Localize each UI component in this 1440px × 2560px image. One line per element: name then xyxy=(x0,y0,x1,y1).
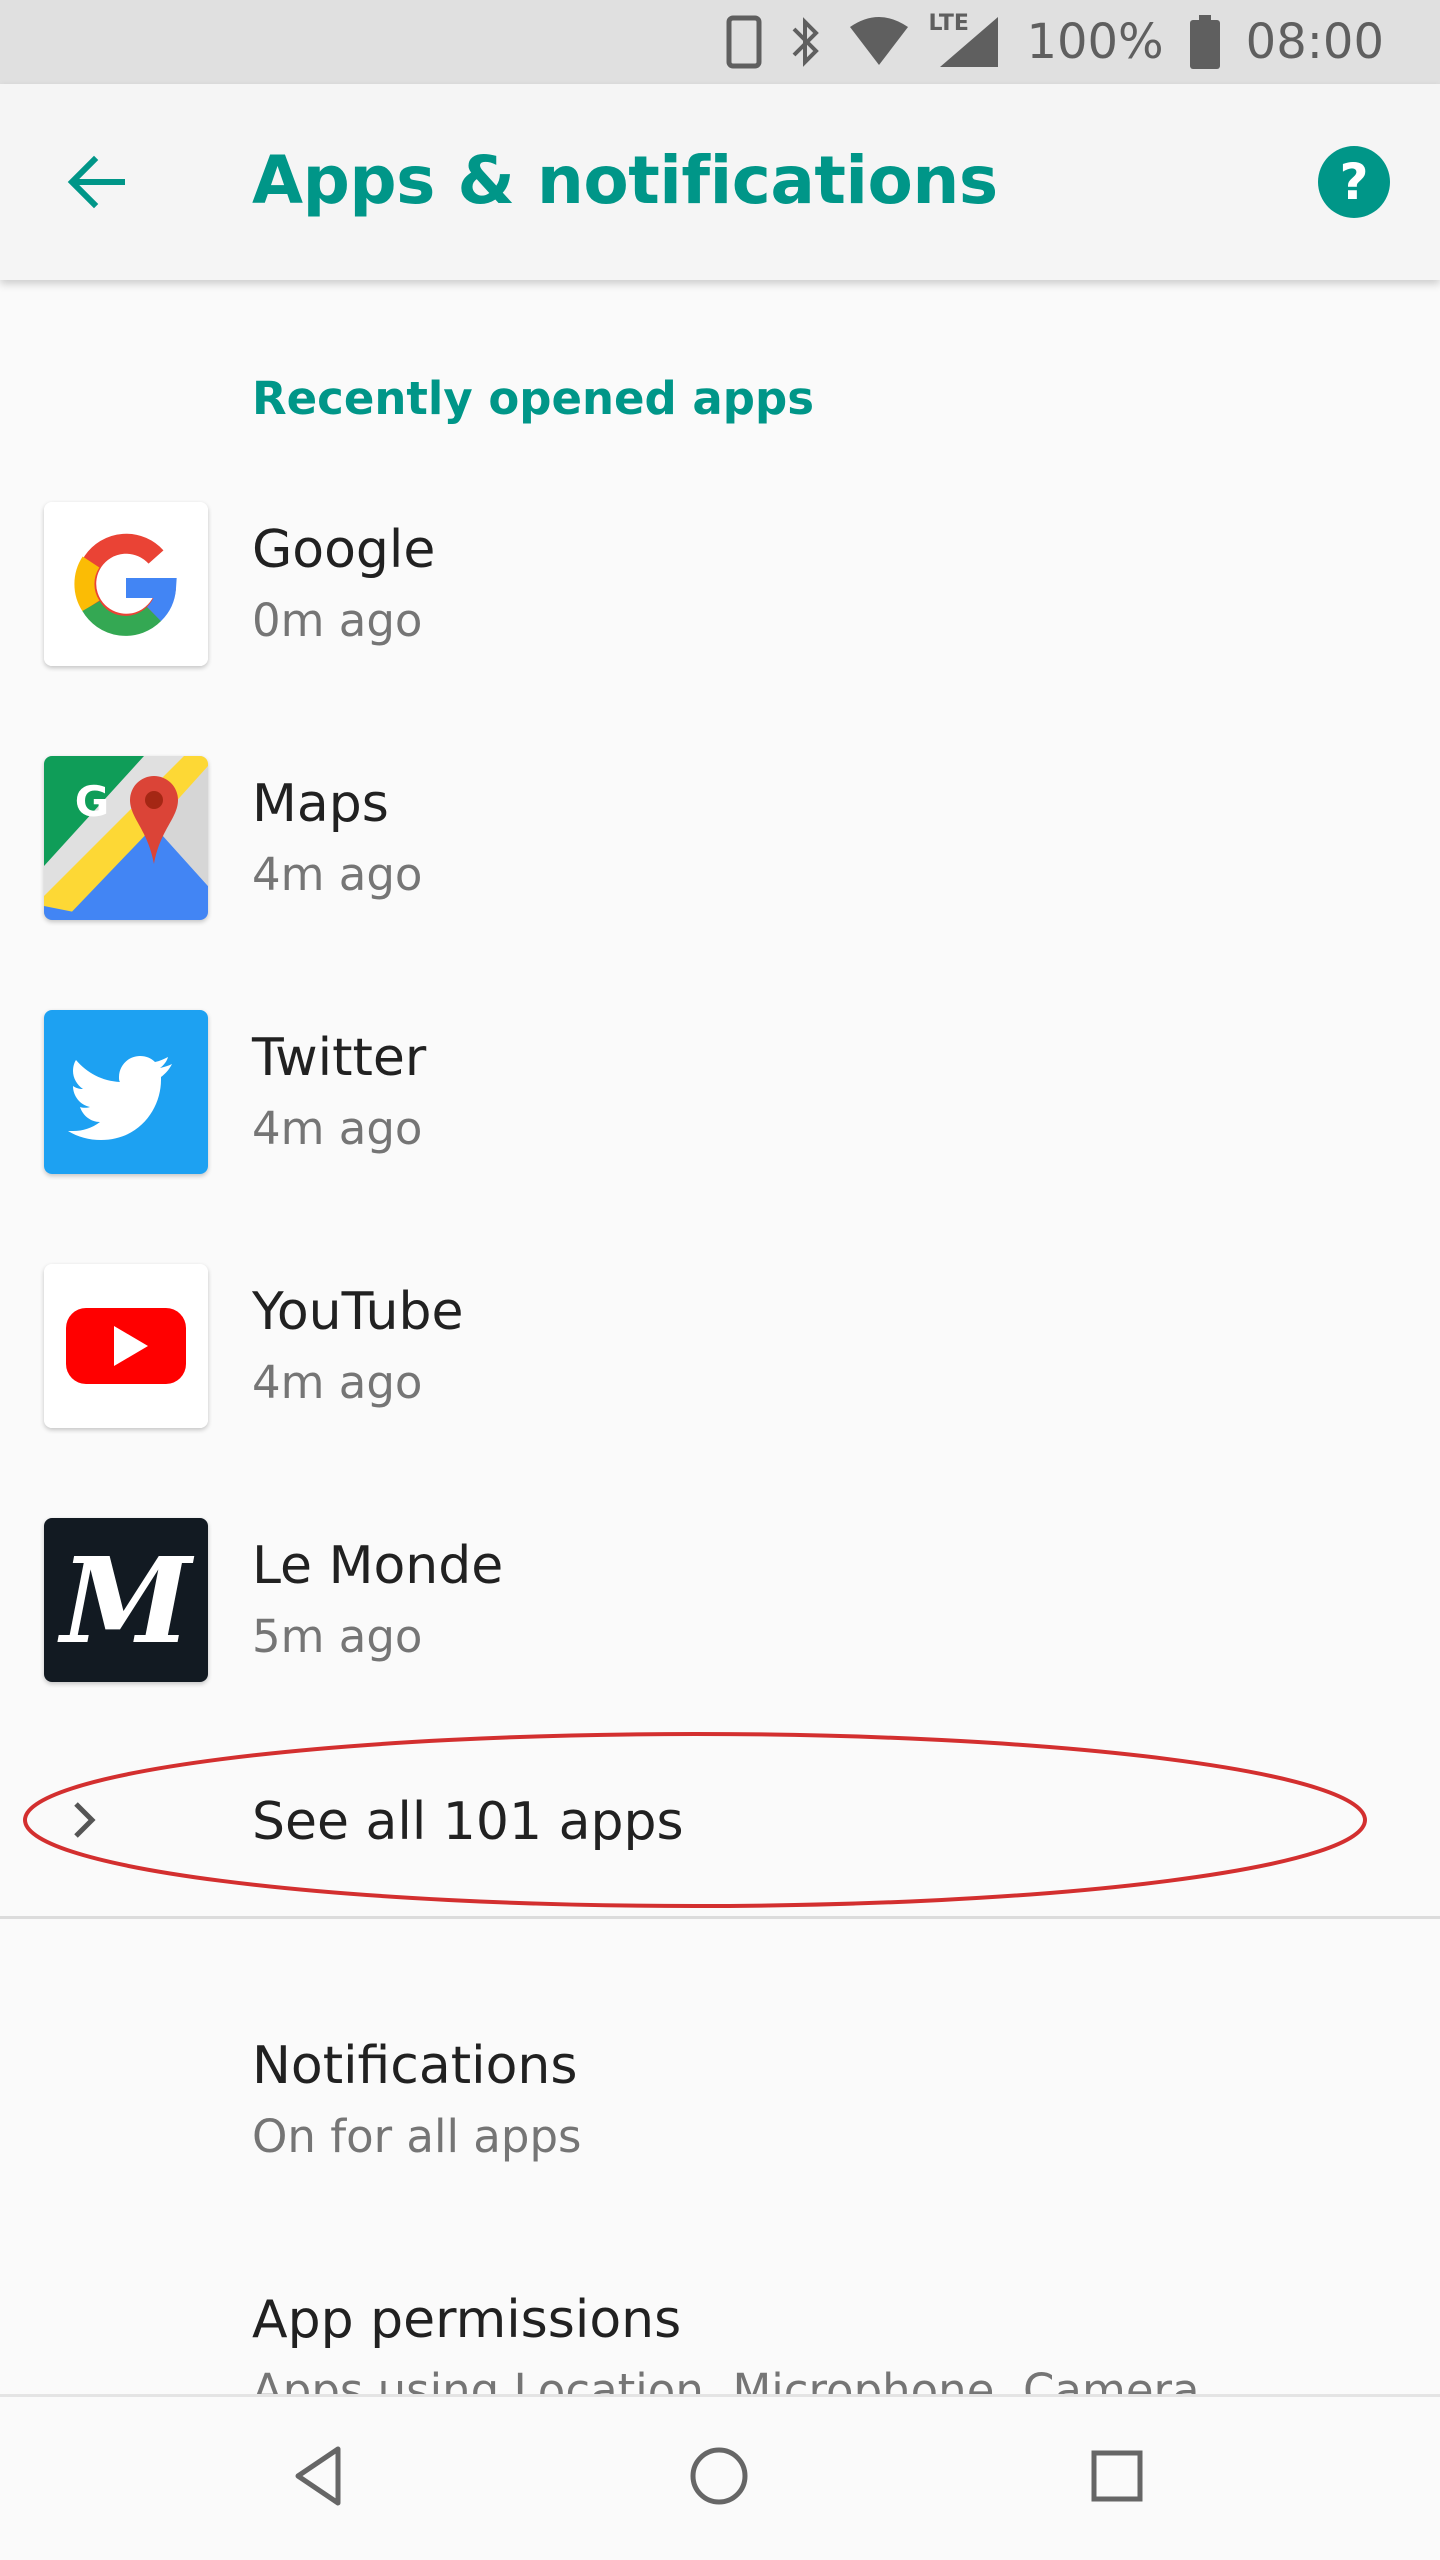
app-last-opened: 4m ago xyxy=(252,848,423,901)
app-row-maps[interactable]: G Maps 4m ago xyxy=(0,756,1440,1010)
arrow-left-icon[interactable] xyxy=(60,146,132,218)
status-bar: LTE 100% 08:00 xyxy=(0,0,1440,84)
app-name: Google xyxy=(252,520,436,580)
le-monde-icon: M xyxy=(44,1518,208,1682)
see-all-apps-label: See all 101 apps xyxy=(252,1792,684,1852)
maps-icon: G xyxy=(44,756,208,920)
battery-percent: 100% xyxy=(1026,14,1164,70)
help-circle-icon[interactable]: ? xyxy=(1316,144,1392,220)
twitter-icon xyxy=(44,1010,208,1174)
notifications-setting[interactable]: Notifications On for all apps xyxy=(0,2036,1440,2256)
app-row-twitter[interactable]: Twitter 4m ago xyxy=(0,1010,1440,1264)
page-title: Apps & notifications xyxy=(252,142,998,219)
svg-text:G: G xyxy=(75,777,109,826)
divider xyxy=(0,1916,1440,1919)
nav-home-icon[interactable] xyxy=(684,2441,754,2511)
youtube-icon xyxy=(44,1264,208,1428)
battery-icon xyxy=(1189,15,1220,69)
google-icon xyxy=(44,502,208,666)
setting-title: App permissions xyxy=(252,2290,682,2350)
app-name: Le Monde xyxy=(252,1536,504,1596)
app-last-opened: 4m ago xyxy=(252,1356,423,1409)
app-last-opened: 4m ago xyxy=(252,1102,423,1155)
setting-summary: On for all apps xyxy=(252,2110,582,2163)
app-row-google[interactable]: Google 0m ago xyxy=(0,502,1440,756)
section-header-recent-apps: Recently opened apps xyxy=(252,372,814,425)
clock: 08:00 xyxy=(1245,14,1384,70)
setting-title: Notifications xyxy=(252,2036,578,2096)
svg-text:?: ? xyxy=(1339,153,1368,211)
cellular-signal-icon: LTE xyxy=(928,11,1000,69)
see-all-apps-item[interactable]: See all 101 apps xyxy=(0,1730,1440,1910)
app-last-opened: 0m ago xyxy=(252,594,423,647)
chevron-right-icon xyxy=(74,1802,96,1838)
phone-icon xyxy=(726,15,762,69)
network-type-label: LTE xyxy=(928,11,969,36)
navigation-bar xyxy=(0,2394,1440,2560)
app-name: Maps xyxy=(252,774,389,834)
app-bar: Apps & notifications ? xyxy=(0,84,1440,280)
app-name: Twitter xyxy=(252,1028,427,1088)
nav-back-icon[interactable] xyxy=(286,2441,356,2511)
wifi-icon xyxy=(850,17,909,65)
annotation-ellipse xyxy=(23,1732,1367,1908)
nav-recents-icon[interactable] xyxy=(1082,2441,1152,2511)
bluetooth-icon xyxy=(793,17,820,67)
svg-text:M: M xyxy=(57,1531,195,1670)
app-name: YouTube xyxy=(252,1282,464,1342)
app-row-youtube[interactable]: YouTube 4m ago xyxy=(0,1264,1440,1518)
app-last-opened: 5m ago xyxy=(252,1610,423,1663)
